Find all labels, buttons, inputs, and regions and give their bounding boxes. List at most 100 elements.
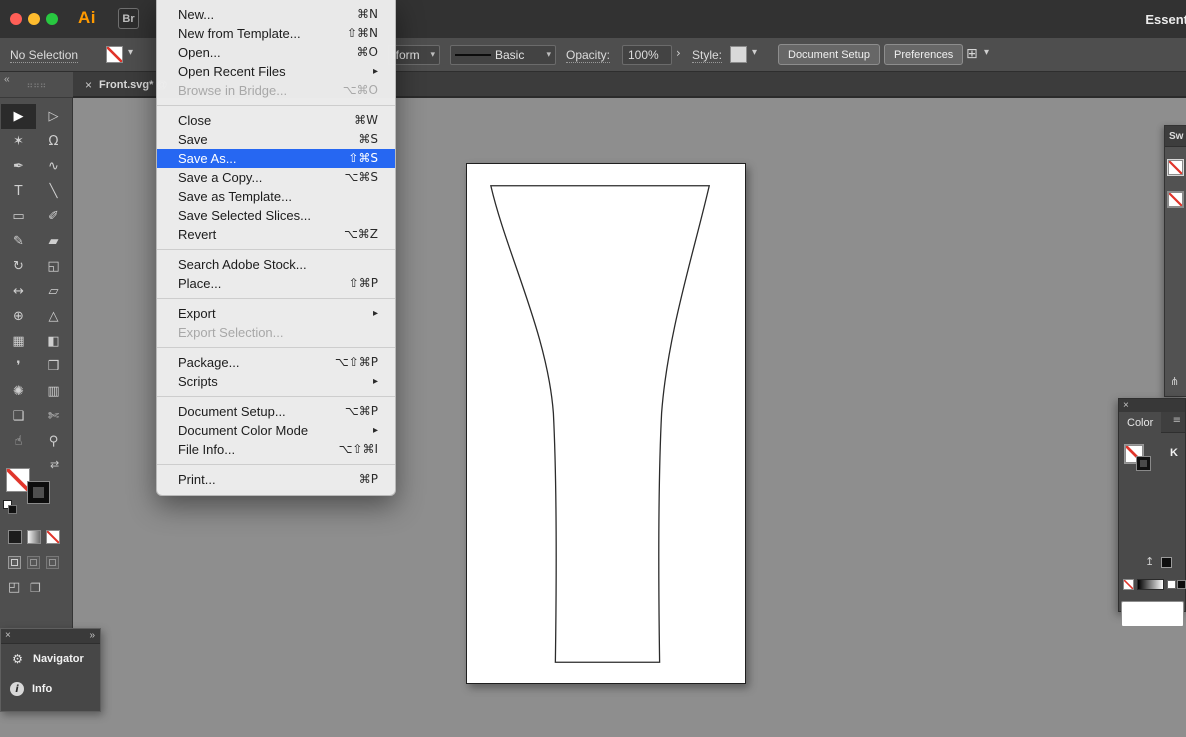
hand-tool[interactable]: ☝ bbox=[1, 429, 36, 454]
menu-item-open[interactable]: Open... ⌘O bbox=[157, 43, 395, 62]
fill-color-control[interactable] bbox=[106, 46, 123, 63]
none-mode-button[interactable] bbox=[46, 530, 60, 544]
close-window-button[interactable] bbox=[10, 13, 22, 25]
chevron-down-icon[interactable]: ▾ bbox=[984, 47, 989, 58]
opacity-stepper-icon[interactable]: › bbox=[676, 46, 681, 60]
chevron-down-icon[interactable]: ▾ bbox=[128, 47, 133, 58]
dock-grip[interactable]: ⠶⠶⠶ bbox=[27, 81, 47, 91]
brush-dropdown[interactable]: Basic ▾ bbox=[450, 45, 556, 65]
menu-item-new-from-template[interactable]: New from Template... ⇧⌘N bbox=[157, 24, 395, 43]
bridge-logo-button[interactable]: Br bbox=[118, 8, 139, 29]
menu-item-search-adobe-stock[interactable]: Search Adobe Stock... bbox=[157, 255, 395, 274]
tab-close-icon[interactable]: × bbox=[85, 78, 92, 92]
menu-item-document-setup[interactable]: Document Setup... ⌥⌘P bbox=[157, 402, 395, 421]
tint-ramp-bar[interactable] bbox=[1121, 601, 1184, 627]
black-swatch[interactable] bbox=[1161, 557, 1172, 568]
white-ramp-chip[interactable] bbox=[1167, 580, 1176, 589]
width-tool[interactable]: ↔ bbox=[1, 279, 36, 304]
swatch-none-selected[interactable] bbox=[1167, 159, 1184, 176]
swatch-libraries-icon[interactable]: ⋔ bbox=[1170, 375, 1179, 388]
chevron-down-icon[interactable]: ▾ bbox=[752, 47, 757, 58]
black-ramp-chip[interactable] bbox=[1177, 580, 1186, 589]
free-transform-tool[interactable]: ▱ bbox=[36, 279, 71, 304]
menu-item-print[interactable]: Print... ⌘P bbox=[157, 470, 395, 489]
menu-item-export-selection[interactable]: Export Selection... bbox=[157, 323, 395, 342]
paintbrush-tool[interactable]: ✐ bbox=[36, 204, 71, 229]
menu-item-save-selected-slices[interactable]: Save Selected Slices... bbox=[157, 206, 395, 225]
panel-menu-icon[interactable]: ≡ bbox=[1173, 415, 1181, 426]
minimize-window-button[interactable] bbox=[28, 13, 40, 25]
color-stroke-proxy[interactable] bbox=[1136, 456, 1151, 471]
magic-wand-tool[interactable]: ✶ bbox=[1, 129, 36, 154]
default-colors-icon[interactable] bbox=[3, 500, 19, 516]
menu-item-file-info[interactable]: File Info... ⌥⇧⌘I bbox=[157, 440, 395, 459]
menu-item-save-as[interactable]: Save As... ⇧⌘S bbox=[157, 149, 395, 168]
vase-outline-artwork[interactable] bbox=[467, 164, 745, 683]
panel-tab-navigator[interactable]: ⚙ Navigator bbox=[1, 644, 100, 674]
symbol-sprayer-tool[interactable]: ✺ bbox=[1, 379, 36, 404]
none-ramp-chip[interactable] bbox=[1123, 579, 1134, 590]
lasso-tool[interactable]: Ω bbox=[36, 129, 71, 154]
close-panel-icon[interactable]: × bbox=[1123, 399, 1129, 412]
windows-icon[interactable]: ❐ bbox=[30, 581, 41, 595]
menu-item-save-as-template[interactable]: Save as Template... bbox=[157, 187, 395, 206]
menu-item-revert[interactable]: Revert ⌥⌘Z bbox=[157, 225, 395, 244]
curvature-tool[interactable]: ∿ bbox=[36, 154, 71, 179]
document-setup-button[interactable]: Document Setup bbox=[778, 44, 880, 65]
collapse-dock-icon[interactable]: ‹‹ bbox=[4, 74, 10, 85]
gradient-tool[interactable]: ◧ bbox=[36, 329, 71, 354]
color-panel-tab[interactable]: Color bbox=[1119, 412, 1162, 433]
perspective-grid-tool[interactable]: △ bbox=[36, 304, 71, 329]
gradient-mode-button[interactable] bbox=[27, 530, 41, 544]
direct-selection-tool[interactable]: ▷ bbox=[36, 104, 71, 129]
artboard-tool[interactable]: ❑ bbox=[1, 404, 36, 429]
swatch-none[interactable] bbox=[1167, 191, 1184, 208]
slice-tool[interactable]: ✄ bbox=[36, 404, 71, 429]
panel-tab-info[interactable]: i Info bbox=[1, 674, 100, 704]
menu-item-document-color-mode[interactable]: Document Color Mode ▸ bbox=[157, 421, 395, 440]
eyedropper-tool[interactable]: ❜ bbox=[1, 354, 36, 379]
type-tool[interactable]: T bbox=[1, 179, 36, 204]
shape-builder-tool[interactable]: ⊕ bbox=[1, 304, 36, 329]
rotate-tool[interactable]: ↻ bbox=[1, 254, 36, 279]
pen-tool[interactable]: ✒ bbox=[1, 154, 36, 179]
line-segment-tool[interactable]: ╲ bbox=[36, 179, 71, 204]
rectangle-tool[interactable]: ▭ bbox=[1, 204, 36, 229]
grayscale-ramp[interactable] bbox=[1137, 579, 1164, 590]
zoom-tool[interactable]: ⚲ bbox=[36, 429, 71, 454]
menu-item-browse-in-bridge[interactable]: Browse in Bridge... ⌥⌘O bbox=[157, 81, 395, 100]
mesh-tool[interactable]: ▦ bbox=[1, 329, 36, 354]
menu-item-save[interactable]: Save ⌘S bbox=[157, 130, 395, 149]
pencil-tool[interactable]: ✎ bbox=[1, 229, 36, 254]
fill-swatch[interactable] bbox=[6, 468, 30, 492]
stroke-swatch[interactable] bbox=[27, 481, 50, 504]
expand-panel-icon[interactable]: » bbox=[89, 630, 95, 641]
swap-fill-stroke-icon[interactable]: ⇄ bbox=[50, 458, 59, 471]
opacity-input[interactable]: 100% bbox=[622, 45, 672, 65]
symbol-grid-icon[interactable]: ⊞ bbox=[966, 46, 978, 62]
blend-tool[interactable]: ❒ bbox=[36, 354, 71, 379]
up-arrow-icon[interactable]: ↥ bbox=[1145, 555, 1154, 568]
style-label[interactable]: Style: bbox=[692, 48, 723, 63]
opacity-label[interactable]: Opacity: bbox=[566, 48, 611, 63]
draw-normal-button[interactable] bbox=[8, 556, 21, 569]
scale-tool[interactable]: ◱ bbox=[36, 254, 71, 279]
draw-behind-button[interactable] bbox=[27, 556, 40, 569]
swatches-panel-tab[interactable]: Sw bbox=[1165, 126, 1186, 147]
artboard[interactable] bbox=[466, 163, 746, 684]
menu-item-package[interactable]: Package... ⌥⇧⌘P bbox=[157, 353, 395, 372]
selection-tool[interactable]: ▶ bbox=[1, 104, 36, 129]
style-swatch[interactable] bbox=[730, 46, 747, 63]
color-mode-button[interactable] bbox=[8, 530, 22, 544]
eraser-tool[interactable]: ▰ bbox=[36, 229, 71, 254]
menu-item-open-recent-files[interactable]: Open Recent Files ▸ bbox=[157, 62, 395, 81]
zoom-window-button[interactable] bbox=[46, 13, 58, 25]
preferences-button[interactable]: Preferences bbox=[884, 44, 964, 65]
draw-inside-button[interactable] bbox=[46, 556, 59, 569]
menu-item-close[interactable]: Close ⌘W bbox=[157, 111, 395, 130]
column-graph-tool[interactable]: ▥ bbox=[36, 379, 71, 404]
menu-item-place[interactable]: Place... ⇧⌘P bbox=[157, 274, 395, 293]
menu-item-new[interactable]: New... ⌘N bbox=[157, 5, 395, 24]
menu-item-scripts[interactable]: Scripts ▸ bbox=[157, 372, 395, 391]
menu-item-export[interactable]: Export ▸ bbox=[157, 304, 395, 323]
